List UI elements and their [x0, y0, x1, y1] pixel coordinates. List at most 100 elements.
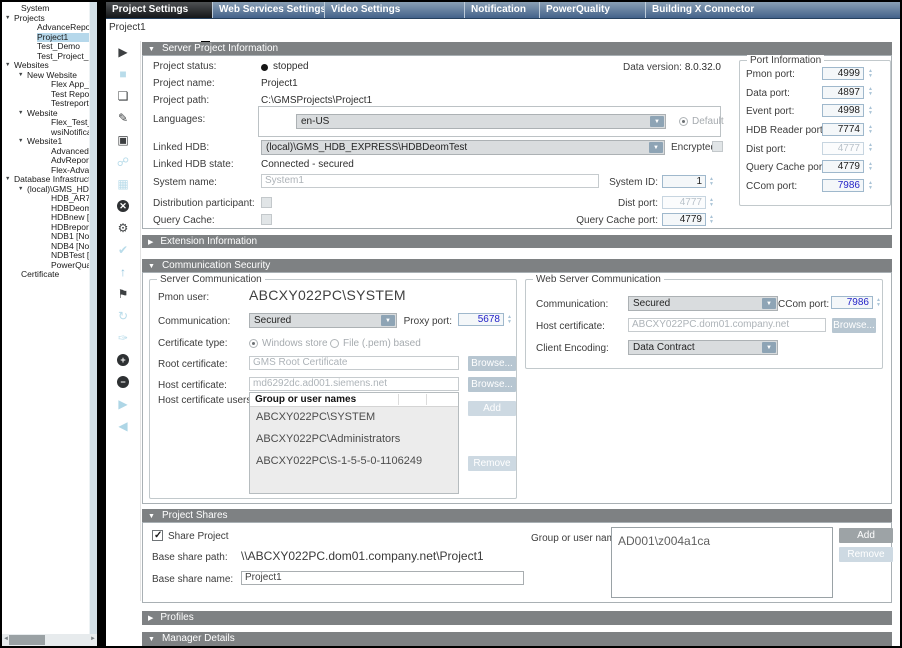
tree-expander-icon[interactable]: ▼	[18, 137, 27, 147]
port-stepper[interactable]: 4998	[822, 104, 864, 117]
linked-hdb-dropdown[interactable]: (local)\GMS_HDB_EXPRESS\HDBDeomTest	[261, 140, 665, 155]
collapse-triangle-icon[interactable]: ▶	[148, 615, 153, 622]
tree-expander-icon[interactable]: ▼	[5, 61, 14, 71]
user-list-item[interactable]: ABCXY022PC\S-1-5-5-0-1106249	[250, 451, 458, 473]
column-divider[interactable]	[398, 394, 399, 405]
section-header-server-project-information[interactable]: ▼Server Project Information	[142, 42, 892, 55]
root-certificate-browse-button[interactable]: Browse...	[468, 356, 516, 371]
remove-user-button[interactable]: Remove	[468, 456, 516, 471]
port-stepper[interactable]: 7986	[822, 179, 864, 192]
add-user-button[interactable]: Add	[468, 401, 516, 416]
system-name-input[interactable]: System1	[261, 174, 599, 188]
start-project-icon[interactable]: ▶	[106, 41, 140, 63]
link-hdb-icon[interactable]: ☍	[106, 151, 140, 173]
host-certificate-input[interactable]: md6292dc.ad001.siemens.net	[249, 377, 459, 391]
remove-icon[interactable]: −	[106, 371, 140, 393]
client-encoding-dropdown[interactable]: Data Contract	[628, 340, 778, 355]
windows-store-radio[interactable]	[249, 339, 258, 348]
spin-buttons-icon[interactable]	[707, 196, 716, 209]
save-icon[interactable]: ▦	[106, 173, 140, 195]
spin-buttons-icon[interactable]	[874, 296, 883, 309]
project-tree[interactable]: System ▼ Projects AdvanceReport7 Project…	[2, 2, 89, 634]
port-stepper[interactable]: 7774	[822, 123, 864, 136]
add-share-user-button[interactable]: Add	[839, 528, 893, 543]
system-id-stepper[interactable]: 1	[662, 175, 706, 188]
section-header-project-shares[interactable]: ▼Project Shares	[142, 509, 892, 522]
share-users-list[interactable]: AD001\z004a1ca	[611, 527, 833, 598]
scroll-right-icon[interactable]: ►	[90, 636, 96, 642]
host-certificate-users-list[interactable]: Group or user names ABCXY022PC\SYSTEM AB…	[249, 392, 459, 494]
tree-item[interactable]: Certificate	[2, 270, 89, 280]
scrollbar-thumb[interactable]	[9, 635, 45, 645]
users-list-header[interactable]: Group or user names	[250, 393, 458, 407]
spin-buttons-icon[interactable]	[505, 313, 514, 326]
spin-buttons-icon[interactable]	[866, 86, 875, 99]
add-icon[interactable]: +	[106, 349, 140, 371]
tree-vertical-scrollbar[interactable]	[89, 2, 97, 634]
dist-port-stepper[interactable]: 4777	[662, 196, 706, 209]
tree-expander-icon[interactable]: ▼	[5, 14, 14, 24]
tree-expander-icon[interactable]: ▼	[18, 109, 27, 119]
pem-file-radio[interactable]	[330, 339, 339, 348]
column-divider[interactable]	[426, 394, 427, 405]
dropdown-arrow-icon[interactable]	[762, 298, 776, 309]
language-dropdown[interactable]: en-US	[296, 114, 666, 129]
delete-project-icon[interactable]: ✕	[106, 195, 140, 217]
query-cache-port-stepper[interactable]: 4779	[662, 213, 706, 226]
spin-buttons-icon[interactable]	[866, 160, 875, 173]
user-list-item[interactable]: ABCXY022PC\Administrators	[250, 429, 458, 451]
display-settings-icon[interactable]: ▣	[106, 129, 140, 151]
notification-icon[interactable]: ⚑	[106, 283, 140, 305]
content-tab-label[interactable]: Project1	[109, 22, 146, 33]
dropdown-arrow-icon[interactable]	[762, 342, 776, 353]
spin-buttons-icon[interactable]	[866, 123, 875, 136]
settings-tab[interactable]: Project Settings	[106, 2, 212, 18]
share-user-item[interactable]: AD001\z004a1ca	[612, 528, 832, 550]
remove-share-user-button[interactable]: Remove	[839, 547, 893, 562]
port-stepper[interactable]: 4779	[822, 160, 864, 173]
server-communication-dropdown[interactable]: Secured	[249, 313, 397, 328]
history-icon[interactable]: ↻	[106, 305, 140, 327]
web-communication-dropdown[interactable]: Secured	[628, 296, 778, 311]
spin-buttons-icon[interactable]	[866, 142, 875, 155]
settings-tab[interactable]: PowerQuality	[539, 2, 645, 18]
section-header-extension-information[interactable]: ▶Extension Information	[142, 235, 892, 248]
collapse-triangle-icon[interactable]: ▼	[148, 636, 155, 643]
host-certificate-browse-button[interactable]: Browse...	[468, 377, 516, 392]
port-stepper[interactable]: 4999	[822, 67, 864, 80]
user-list-item[interactable]: ABCXY022PC\SYSTEM	[250, 407, 458, 429]
collapse-triangle-icon[interactable]: ▼	[148, 263, 155, 270]
spin-buttons-icon[interactable]	[707, 213, 716, 226]
copy-project-icon[interactable]: ❏	[106, 85, 140, 107]
web-host-certificate-input[interactable]: ABCXY022PC.dom01.company.net	[628, 318, 826, 332]
dropdown-arrow-icon[interactable]	[649, 142, 663, 153]
section-header-manager-details[interactable]: ▼Manager Details	[142, 632, 892, 646]
collapse-triangle-icon[interactable]: ▶	[148, 239, 153, 246]
ccom-port-stepper[interactable]: 7986	[831, 296, 873, 309]
spin-buttons-icon[interactable]	[707, 175, 716, 188]
dropdown-arrow-icon[interactable]	[650, 116, 664, 127]
settings-tab[interactable]: Building X Connector	[645, 2, 755, 18]
settings-tab[interactable]: Notification	[464, 2, 539, 18]
dropdown-arrow-icon[interactable]	[381, 315, 395, 326]
tree-expander-icon[interactable]: ▼	[18, 71, 27, 81]
share-project-checkbox[interactable]	[152, 530, 163, 541]
collapse-icon[interactable]: ◀	[106, 415, 140, 437]
distribution-participant-checkbox[interactable]	[261, 197, 272, 208]
notes-icon[interactable]: ✑	[106, 327, 140, 349]
restore-project-icon[interactable]: ↑	[106, 261, 140, 283]
collapse-triangle-icon[interactable]: ▼	[148, 46, 155, 53]
settings-tab[interactable]: Video Settings	[324, 2, 464, 18]
edit-project-icon[interactable]: ✎	[106, 107, 140, 129]
section-header-communication-security[interactable]: ▼Communication Security	[142, 259, 892, 272]
port-stepper[interactable]: 4897	[822, 86, 864, 99]
tree-expander-icon[interactable]: ▼	[18, 185, 27, 195]
stop-project-icon[interactable]: ■	[106, 63, 140, 85]
spin-buttons-icon[interactable]	[866, 67, 875, 80]
root-certificate-input[interactable]: GMS Root Certificate	[249, 356, 459, 370]
upgrade-project-icon[interactable]: ⚙	[106, 217, 140, 239]
port-stepper[interactable]: 4777	[822, 142, 864, 155]
default-language-radio[interactable]	[679, 117, 688, 126]
tree-item-label[interactable]: Certificate	[21, 270, 59, 280]
web-host-certificate-browse-button[interactable]: Browse...	[832, 318, 876, 333]
